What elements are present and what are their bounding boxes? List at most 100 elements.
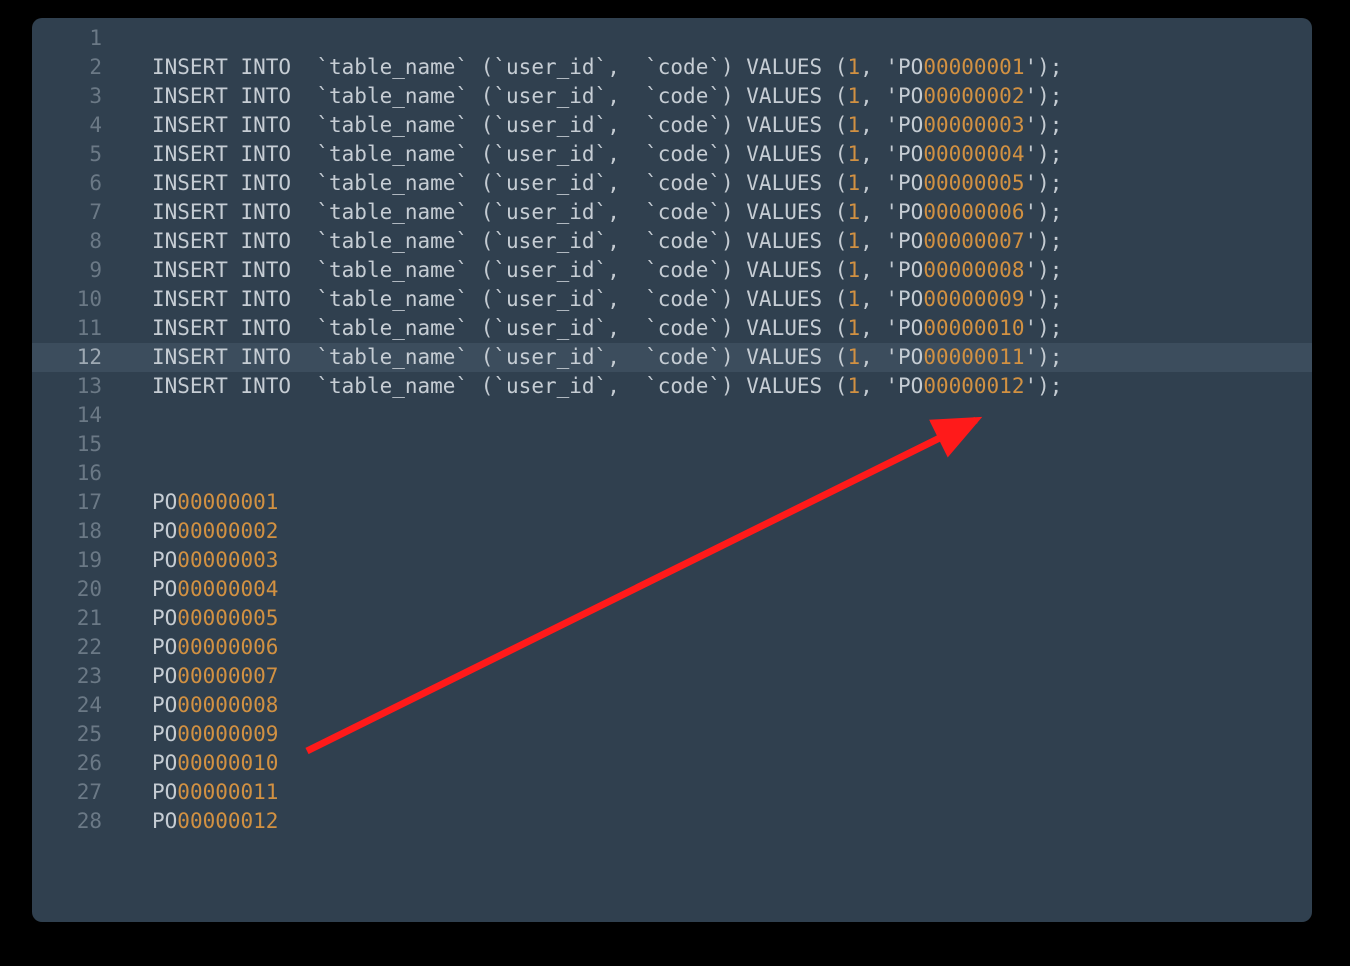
col-user-id: `user_id` xyxy=(493,229,607,253)
keyword-insert-into: INSERT INTO xyxy=(152,171,316,195)
keyword-insert-into: INSERT INTO xyxy=(152,374,316,398)
col-code: `code` xyxy=(645,142,721,166)
line-number: 9 xyxy=(32,256,126,285)
code-line: PO00000004 xyxy=(126,575,1312,604)
code-line: INSERT INTO `table_name` (`user_id`, `co… xyxy=(126,169,1312,198)
literal-po-prefix: PO xyxy=(898,171,923,195)
literal-po-prefix: PO xyxy=(898,345,923,369)
col-code: `code` xyxy=(645,374,721,398)
line-number: 24 xyxy=(32,691,126,720)
keyword-insert-into: INSERT INTO xyxy=(152,316,316,340)
po-prefix: PO xyxy=(152,635,177,659)
code-line: INSERT INTO `table_name` (`user_id`, `co… xyxy=(126,198,1312,227)
col-code: `code` xyxy=(645,258,721,282)
line-number: 2 xyxy=(32,53,126,82)
keyword-insert-into: INSERT INTO xyxy=(152,345,316,369)
literal-one: 1 xyxy=(847,171,860,195)
col-user-id: `user_id` xyxy=(493,171,607,195)
keyword-values: VALUES xyxy=(746,84,822,108)
keyword-values: VALUES xyxy=(746,374,822,398)
col-code: `code` xyxy=(645,316,721,340)
keyword-insert-into: INSERT INTO xyxy=(152,55,316,79)
literal-po-number: 00000012 xyxy=(923,374,1024,398)
literal-po-number: 00000010 xyxy=(923,316,1024,340)
keyword-values: VALUES xyxy=(746,55,822,79)
keyword-values: VALUES xyxy=(746,200,822,224)
line-number: 20 xyxy=(32,575,126,604)
keyword-insert-into: INSERT INTO xyxy=(152,229,316,253)
literal-po-prefix: PO xyxy=(898,229,923,253)
code-line: PO00000005 xyxy=(126,604,1312,633)
code-line: INSERT INTO `table_name` (`user_id`, `co… xyxy=(126,256,1312,285)
line-number: 5 xyxy=(32,140,126,169)
table-name: `table_name` xyxy=(316,171,468,195)
po-prefix: PO xyxy=(152,780,177,804)
line-number: 23 xyxy=(32,662,126,691)
line-number: 13 xyxy=(32,372,126,401)
code-editor[interactable]: 1234567891011121314151617181920212223242… xyxy=(32,18,1312,922)
keyword-values: VALUES xyxy=(746,113,822,137)
keyword-insert-into: INSERT INTO xyxy=(152,84,316,108)
po-number: 00000004 xyxy=(177,577,278,601)
keyword-values: VALUES xyxy=(746,171,822,195)
po-number: 00000006 xyxy=(177,635,278,659)
literal-one: 1 xyxy=(847,200,860,224)
line-number: 10 xyxy=(32,285,126,314)
literal-po-prefix: PO xyxy=(898,113,923,137)
code-line: PO00000002 xyxy=(126,517,1312,546)
keyword-values: VALUES xyxy=(746,258,822,282)
keyword-insert-into: INSERT INTO xyxy=(152,142,316,166)
po-number: 00000010 xyxy=(177,751,278,775)
col-user-id: `user_id` xyxy=(493,113,607,137)
code-line: PO00000011 xyxy=(126,778,1312,807)
code-line xyxy=(126,430,1312,459)
code-line: INSERT INTO `table_name` (`user_id`, `co… xyxy=(126,111,1312,140)
literal-po-number: 00000007 xyxy=(923,229,1024,253)
col-user-id: `user_id` xyxy=(493,287,607,311)
code-area[interactable]: INSERT INTO `table_name` (`user_id`, `co… xyxy=(126,24,1312,836)
po-prefix: PO xyxy=(152,548,177,572)
po-prefix: PO xyxy=(152,606,177,630)
table-name: `table_name` xyxy=(316,200,468,224)
table-name: `table_name` xyxy=(316,229,468,253)
code-line xyxy=(126,24,1312,53)
code-line: INSERT INTO `table_name` (`user_id`, `co… xyxy=(126,314,1312,343)
col-user-id: `user_id` xyxy=(493,345,607,369)
po-number: 00000003 xyxy=(177,548,278,572)
po-prefix: PO xyxy=(152,490,177,514)
code-line: PO00000012 xyxy=(126,807,1312,836)
line-number: 25 xyxy=(32,720,126,749)
literal-po-prefix: PO xyxy=(898,287,923,311)
code-line: INSERT INTO `table_name` (`user_id`, `co… xyxy=(126,140,1312,169)
code-line: INSERT INTO `table_name` (`user_id`, `co… xyxy=(126,372,1312,401)
keyword-insert-into: INSERT INTO xyxy=(152,113,316,137)
literal-po-number: 00000005 xyxy=(923,171,1024,195)
line-number: 12 xyxy=(32,343,126,372)
literal-one: 1 xyxy=(847,84,860,108)
code-line: PO00000007 xyxy=(126,662,1312,691)
line-number: 6 xyxy=(32,169,126,198)
po-prefix: PO xyxy=(152,693,177,717)
code-line xyxy=(126,401,1312,430)
code-line: INSERT INTO `table_name` (`user_id`, `co… xyxy=(126,227,1312,256)
literal-one: 1 xyxy=(847,316,860,340)
col-code: `code` xyxy=(645,229,721,253)
code-line: PO00000006 xyxy=(126,633,1312,662)
code-line: PO00000009 xyxy=(126,720,1312,749)
po-number: 00000011 xyxy=(177,780,278,804)
keyword-values: VALUES xyxy=(746,287,822,311)
line-number: 1 xyxy=(32,24,126,53)
line-number: 15 xyxy=(32,430,126,459)
code-line: PO00000008 xyxy=(126,691,1312,720)
col-code: `code` xyxy=(645,200,721,224)
table-name: `table_name` xyxy=(316,55,468,79)
col-user-id: `user_id` xyxy=(493,84,607,108)
literal-po-number: 00000004 xyxy=(923,142,1024,166)
literal-po-prefix: PO xyxy=(898,200,923,224)
table-name: `table_name` xyxy=(316,258,468,282)
col-code: `code` xyxy=(645,345,721,369)
table-name: `table_name` xyxy=(316,287,468,311)
col-user-id: `user_id` xyxy=(493,258,607,282)
po-number: 00000002 xyxy=(177,519,278,543)
literal-po-number: 00000008 xyxy=(923,258,1024,282)
